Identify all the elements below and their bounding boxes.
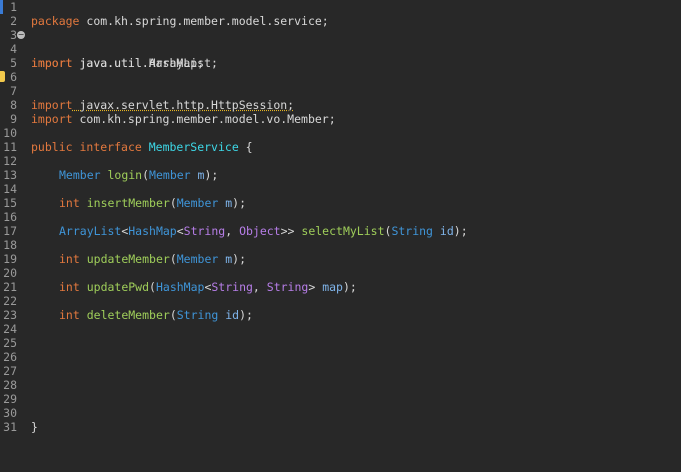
paren: ); — [453, 224, 468, 238]
param-name: id — [225, 308, 240, 322]
keyword: interface — [79, 140, 142, 154]
code-line-10[interactable]: public interface MemberService { — [0, 126, 253, 154]
generic-bracket: >> — [280, 224, 295, 238]
return-type: Member — [59, 168, 101, 182]
line-number: 28 — [3, 378, 17, 392]
return-type: int — [59, 252, 80, 266]
keyword: package — [31, 14, 80, 28]
paren: ); — [239, 308, 253, 322]
interface-name: MemberService — [148, 140, 239, 154]
import-path: java.util.HashMap; — [72, 56, 205, 70]
line-number: 25 — [3, 336, 17, 350]
code-line-30[interactable]: } — [0, 406, 38, 434]
closing-brace: } — [31, 420, 38, 434]
code-line-20[interactable]: int updatePwd(HashMap<String, String> ma… — [0, 266, 357, 294]
param-type: String — [391, 224, 433, 238]
warning-icon[interactable] — [0, 71, 5, 82]
line-number: 29 — [3, 392, 17, 406]
keyword: import — [31, 56, 73, 70]
generic-type: String — [211, 280, 253, 294]
code-line-12[interactable]: Member login(Member m); — [0, 154, 218, 182]
comma: , — [225, 224, 240, 238]
paren: ( — [169, 196, 177, 210]
code-line-18[interactable]: int updateMember(Member m); — [0, 238, 246, 266]
generic-type: String — [266, 280, 309, 294]
param-type: HashMap — [155, 280, 205, 294]
generic-type: String — [183, 224, 226, 238]
generic-bracket: < — [176, 224, 184, 238]
keyword: public — [31, 140, 73, 154]
keyword: import — [31, 98, 73, 112]
generic-bracket: > — [308, 280, 316, 294]
code-line-6[interactable]: import javax.servlet.http.HttpSession; — [0, 70, 294, 112]
generic-type: Object — [239, 224, 281, 238]
method-name: login — [107, 168, 143, 182]
method-name: updatePwd — [86, 280, 150, 294]
method-name: deleteMember — [86, 308, 170, 322]
param-name: id — [439, 224, 454, 238]
line-number: 27 — [3, 364, 17, 378]
paren: ); — [342, 280, 357, 294]
line-number: 26 — [3, 350, 17, 364]
brace: { — [238, 140, 253, 154]
paren: ); — [232, 252, 247, 266]
return-type: int — [59, 196, 80, 210]
param-type: Member — [176, 252, 219, 266]
fold-collapse-icon[interactable]: − — [17, 31, 25, 39]
return-type: int — [59, 308, 80, 322]
keyword: import — [31, 112, 73, 126]
paren: ( — [142, 168, 150, 182]
code-line-4[interactable]: import java.util.HashMap; — [0, 42, 204, 70]
generic-type: HashMap — [128, 224, 177, 238]
param-name: map — [322, 280, 343, 294]
code-line-3[interactable]: − import java.util.ArrayList; — [0, 28, 218, 70]
paren: ( — [169, 252, 177, 266]
code-line-1[interactable]: package com.kh.spring.member.model.servi… — [0, 0, 329, 28]
code-line-16[interactable]: ArrayList<HashMap<String, Object>> selec… — [0, 210, 468, 238]
method-name: selectMyList — [301, 224, 385, 238]
import-path: com.kh.spring.member.model.vo.Member; — [72, 112, 336, 126]
return-type: int — [59, 280, 80, 294]
paren: ( — [169, 308, 177, 322]
param-type: String — [176, 308, 219, 322]
method-name: updateMember — [86, 252, 170, 266]
unused-import-path: javax.servlet.http.HttpSession; — [72, 98, 295, 112]
method-name: insertMember — [86, 196, 170, 210]
code-line-14[interactable]: int insertMember(Member m); — [0, 182, 246, 210]
paren: ( — [149, 280, 156, 294]
paren: ); — [232, 196, 247, 210]
code-line-8[interactable]: import com.kh.spring.member.model.vo.Mem… — [0, 98, 336, 126]
code-editor[interactable]: 1 2 3 4 5 6 7 8 9 10 11 12 13 14 15 16 17 18 19 20 21 22 23 24 2… — [0, 0, 681, 472]
package-name: com.kh.spring.member.model.service; — [79, 14, 329, 28]
paren: ); — [204, 168, 219, 182]
param-type: Member — [176, 196, 219, 210]
param-type: Member — [149, 168, 191, 182]
comma: , — [252, 280, 267, 294]
return-type: ArrayList — [59, 224, 122, 238]
code-line-22[interactable]: int deleteMember(String id); — [0, 294, 253, 322]
